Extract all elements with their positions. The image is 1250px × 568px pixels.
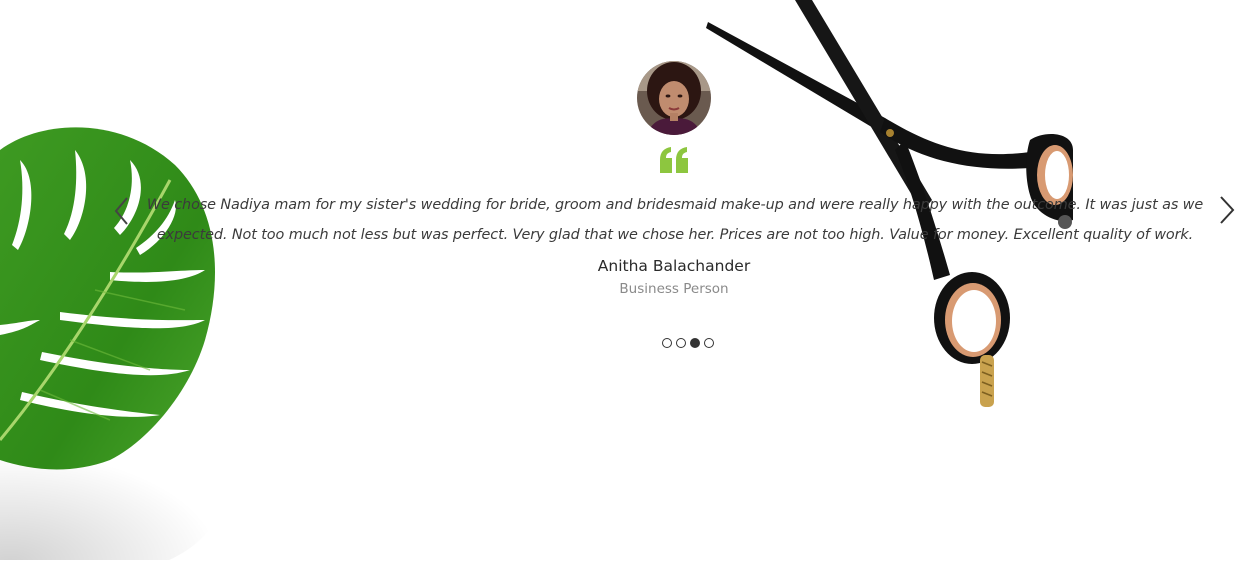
avatar-image <box>637 61 711 135</box>
chevron-left-icon[interactable] <box>110 195 134 227</box>
avatar <box>637 61 711 135</box>
author-role: Business Person <box>619 281 729 297</box>
author-name: Anitha Balachander <box>597 257 751 275</box>
carousel-dot[interactable] <box>676 338 686 348</box>
carousel-dot[interactable] <box>662 338 672 348</box>
carousel-dots <box>662 338 714 348</box>
carousel-dot-active[interactable] <box>690 338 700 348</box>
testimonial-quote: We chose Nadiya mam for my sister's wedd… <box>146 197 1204 243</box>
chevron-right-icon[interactable] <box>1216 194 1240 226</box>
testimonial-section: We chose Nadiya mam for my sister's wedd… <box>0 0 1250 568</box>
carousel-dot[interactable] <box>704 338 714 348</box>
monstera-leaf-icon <box>0 127 220 560</box>
quote-icon <box>660 147 688 173</box>
